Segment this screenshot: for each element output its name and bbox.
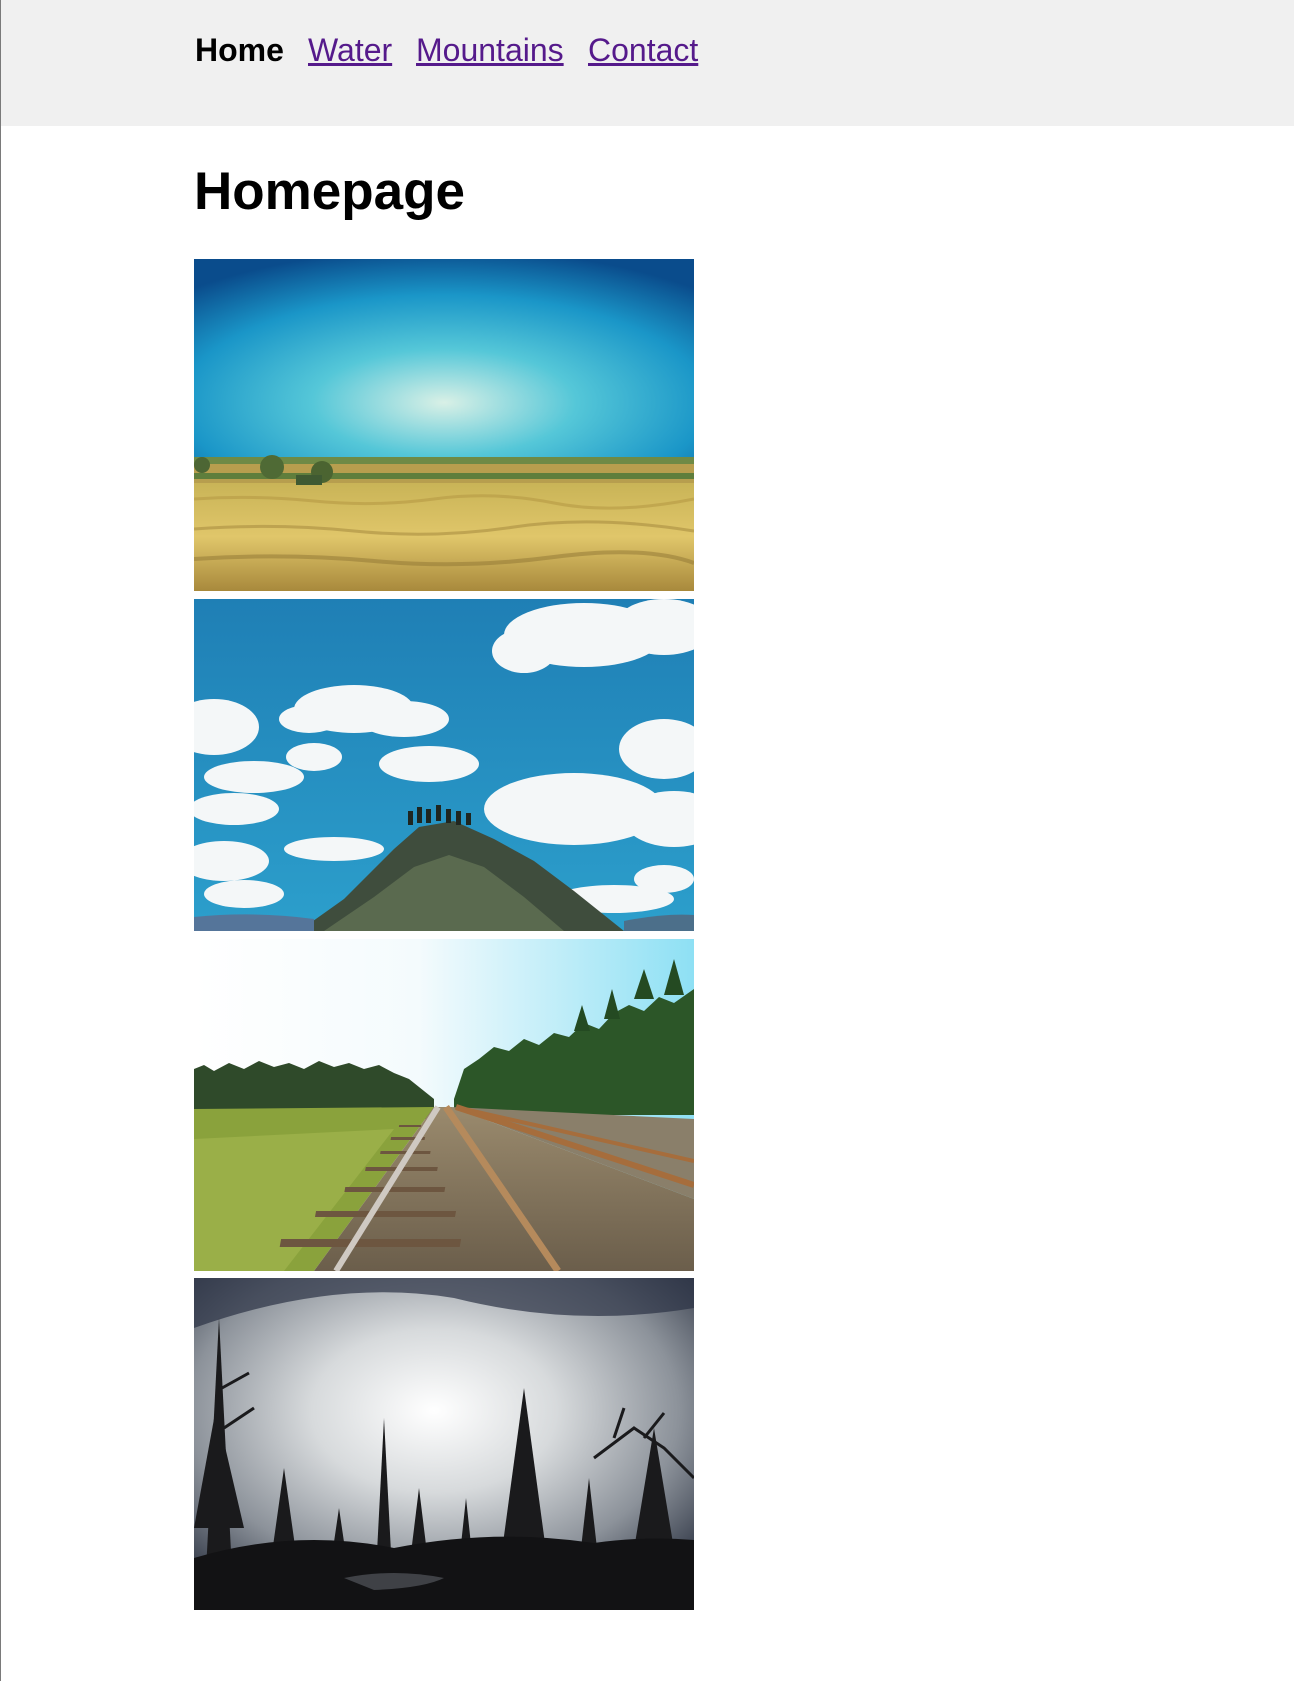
nav-link-mountains[interactable]: Mountains: [416, 30, 564, 70]
gallery-image-rocky-peak: [194, 599, 694, 931]
top-navigation: Home Water Mountains Contact: [1, 0, 1294, 126]
nav-link-water[interactable]: Water: [308, 30, 392, 70]
gallery-image-misty-forest: [194, 1278, 694, 1610]
nav-link-contact[interactable]: Contact: [588, 30, 698, 70]
gallery-image-wheat-field: [194, 259, 694, 591]
gallery-image-railway: [194, 939, 694, 1271]
window-left-edge: [0, 0, 1, 1681]
page-title: Homepage: [194, 162, 465, 221]
nav-home-current: Home: [195, 32, 284, 68]
